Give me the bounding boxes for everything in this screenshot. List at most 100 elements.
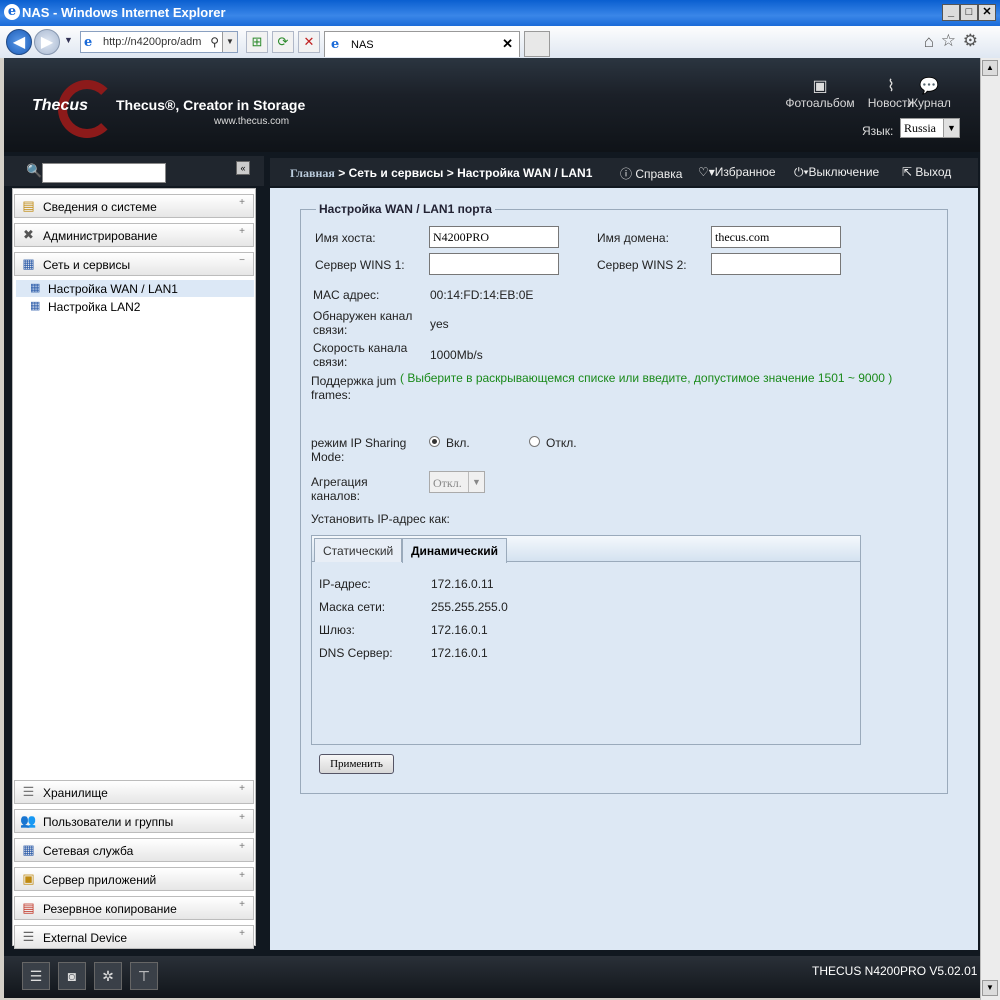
- search-icon[interactable]: ⚲: [210, 35, 219, 49]
- ipshare-label-cont: Mode:: [311, 450, 345, 464]
- logout-link[interactable]: ⇱ Выход: [902, 165, 951, 179]
- ipshare-on-label: Вкл.: [446, 436, 470, 450]
- wins2-input[interactable]: [711, 253, 841, 275]
- sidebar-search-input[interactable]: [42, 163, 166, 183]
- favorites-link[interactable]: ♡▾Избранное: [698, 165, 776, 179]
- sidebar-section-label: External Device: [43, 931, 128, 945]
- stop-icon[interactable]: ✕: [298, 31, 320, 53]
- scroll-down-icon[interactable]: ▼: [982, 980, 998, 996]
- aggregation-label: Агрегация: [311, 475, 368, 489]
- close-window-button[interactable]: ✕: [978, 4, 996, 21]
- slogan: Thecus®, Creator in Storage: [116, 97, 306, 113]
- scrollbar[interactable]: [980, 58, 1000, 1000]
- address-dropdown-icon[interactable]: ▼: [222, 32, 237, 52]
- chevron-down-icon: ▼: [943, 119, 959, 137]
- slogan-url: www.thecus.com: [214, 116, 290, 127]
- tab-close-icon[interactable]: ✕: [502, 36, 513, 52]
- fan-icon[interactable]: ✲: [94, 962, 122, 990]
- browser-tab[interactable]: e NAS ✕: [324, 31, 520, 57]
- server-icon[interactable]: ☰: [22, 962, 50, 990]
- address-text: http://n4200pro/adm: [103, 36, 202, 48]
- sidebar-section-administration[interactable]: ✖ Администрирование +: [14, 223, 254, 247]
- sidebar-section-label: Хранилище: [43, 786, 108, 800]
- chevron-down-icon: ▼: [468, 472, 484, 492]
- version-label: THECUS N4200PRO V5.02.01: [812, 964, 978, 978]
- new-tab-button[interactable]: [524, 31, 550, 57]
- hostname-input[interactable]: N4200PRO: [429, 226, 559, 248]
- history-dropdown-icon[interactable]: ▼: [64, 35, 73, 45]
- apply-button[interactable]: Применить: [319, 754, 394, 774]
- expand-icon: +: [239, 226, 245, 237]
- photo-album-label: Фотоальбом: [785, 96, 855, 110]
- tab-static[interactable]: Статический: [314, 538, 403, 562]
- link-label-cont: связи:: [313, 323, 348, 337]
- wins1-label: Сервер WINS 1:: [315, 258, 405, 272]
- ip-tab-panel: [311, 535, 861, 745]
- favorites-label: Избранное: [714, 165, 776, 179]
- ipshare-off-radio[interactable]: [529, 436, 540, 447]
- tools-gear-icon[interactable]: ⚙: [963, 31, 978, 51]
- disk-icon[interactable]: ◙: [58, 962, 86, 990]
- help-link[interactable]: ⓘ Справка: [620, 165, 682, 182]
- refresh-icon[interactable]: ⟳: [272, 31, 294, 53]
- scroll-up-icon[interactable]: ▲: [982, 60, 998, 76]
- mac-value: 00:14:FD:14:EB:0E: [430, 288, 534, 302]
- maximize-button[interactable]: □: [960, 4, 978, 21]
- aggregation-select[interactable]: Откл. ▼: [429, 471, 485, 493]
- sidebar-section-label: Сетевая служба: [43, 844, 134, 858]
- domain-input[interactable]: thecus.com: [711, 226, 841, 248]
- language-value: Russia: [904, 121, 937, 135]
- sidebar-section-external-device[interactable]: ☰ External Device +: [14, 925, 254, 949]
- speed-label-cont: связи:: [313, 355, 348, 369]
- sidebar-section-storage[interactable]: ☰ Хранилище +: [14, 780, 254, 804]
- sidebar-item-lan2[interactable]: ▦ Настройка LAN2: [16, 298, 254, 315]
- window-titlebar: e NAS - Windows Internet Explorer _ □ ✕: [0, 0, 1000, 26]
- users-icon: 👥: [20, 813, 37, 828]
- jumbo-hint: ( Выберите в раскрывающемся списке или в…: [400, 371, 893, 385]
- back-button[interactable]: ◀: [6, 29, 32, 55]
- tab-dynamic[interactable]: Динамический: [402, 538, 508, 563]
- domain-label: Имя домена:: [597, 231, 669, 245]
- sidebar-section-network[interactable]: ▦ Сеть и сервисы −: [14, 252, 254, 276]
- sidebar-item-wan-lan1[interactable]: ▦ Настройка WAN / LAN1: [16, 280, 254, 297]
- sidebar-section-label: Резервное копирование: [43, 902, 177, 916]
- forward-button[interactable]: ▶: [34, 29, 60, 55]
- favorites-star-icon[interactable]: ☆: [941, 31, 956, 51]
- network-tree-icon[interactable]: ⊤: [130, 962, 158, 990]
- ipshare-on-radio[interactable]: [429, 436, 440, 447]
- ip-value: 172.16.0.11: [431, 577, 494, 591]
- compat-view-icon[interactable]: ⊞: [246, 31, 268, 53]
- backup-icon: ▤: [22, 900, 35, 915]
- minimize-button[interactable]: _: [942, 4, 960, 21]
- wins2-label: Сервер WINS 2:: [597, 258, 687, 272]
- ip-label: IP-адрес:: [319, 577, 371, 591]
- search-icon: 🔍: [26, 163, 43, 178]
- power-icon: ⏻▾: [794, 165, 809, 179]
- speech-bubble-icon: 💬: [919, 78, 939, 95]
- collapse-sidebar-button[interactable]: «: [236, 161, 250, 175]
- sidebar-section-network-service[interactable]: ▦ Сетевая служба +: [14, 838, 254, 862]
- shutdown-link[interactable]: ⏻▾Выключение: [794, 165, 879, 180]
- help-label: Справка: [635, 167, 683, 181]
- sidebar-section-label: Сеть и сервисы: [43, 258, 131, 272]
- sidebar-section-backup[interactable]: ▤ Резервное копирование +: [14, 896, 254, 920]
- collapse-icon: −: [239, 255, 245, 266]
- gateway-label: Шлюз:: [319, 623, 355, 637]
- speed-label: Скорость канала: [313, 341, 408, 355]
- external-device-icon: ☰: [22, 929, 35, 944]
- tab-ie-icon: e: [331, 37, 340, 52]
- sidebar-section-system-info[interactable]: ▤ Сведения о системе +: [14, 194, 254, 218]
- photo-album-link[interactable]: ▣ Фотоальбом: [784, 76, 856, 110]
- language-select[interactable]: Russia ▼: [900, 118, 960, 138]
- sidebar-section-users[interactable]: 👥 Пользователи и группы +: [14, 809, 254, 833]
- sidebar-section-app-server[interactable]: ▣ Сервер приложений +: [14, 867, 254, 891]
- wins1-input[interactable]: [429, 253, 559, 275]
- home-icon[interactable]: ⌂: [924, 32, 934, 52]
- mask-label: Маска сети:: [319, 600, 386, 614]
- ie-logo-icon: e: [4, 4, 20, 20]
- help-icon: ⓘ: [620, 167, 636, 181]
- breadcrumb-home-link[interactable]: Главная: [290, 166, 335, 180]
- address-bar[interactable]: e http://n4200pro/adm ⚲ ▼: [80, 31, 238, 53]
- dns-value: 172.16.0.1: [431, 646, 488, 660]
- journal-link[interactable]: 💬 Журнал: [904, 76, 954, 110]
